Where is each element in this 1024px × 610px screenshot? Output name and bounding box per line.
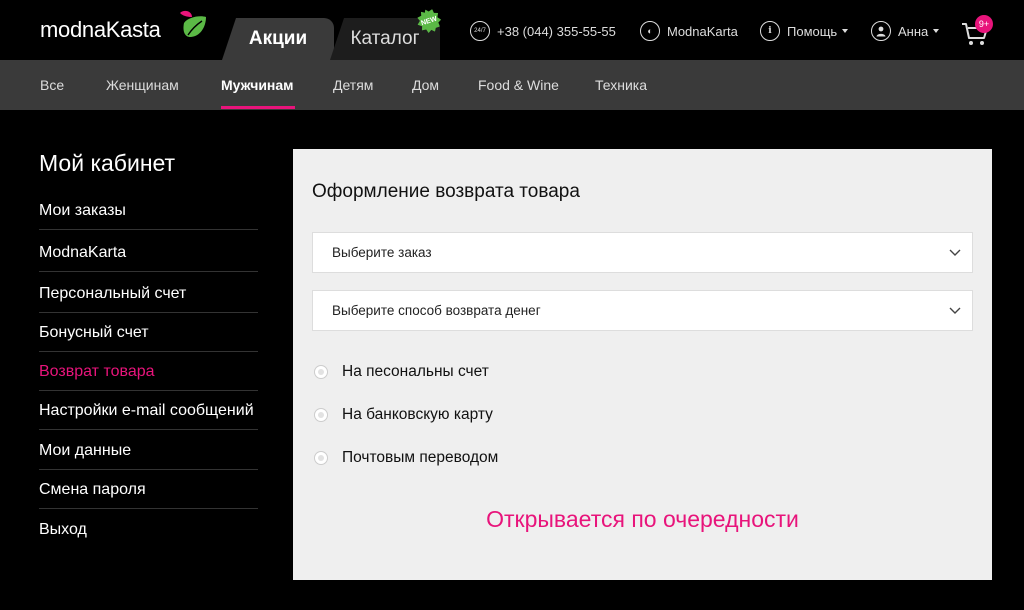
phone-24-icon: 24/7 (470, 21, 490, 41)
chevron-down-icon (949, 249, 961, 256)
help-menu[interactable]: i Помощь (760, 20, 849, 42)
help-label: Помощь (787, 23, 838, 39)
modnakarta-link[interactable]: ◐ ModnaKarta (640, 20, 738, 42)
sidebar-item-logout[interactable]: Выход (39, 511, 258, 548)
sidebar-item-personal-account[interactable]: Персональный счет (39, 276, 258, 313)
refund-option-label: На песональны счет (342, 363, 489, 380)
sidebar-item-modnakarta[interactable]: ModnaKarta (39, 235, 258, 272)
category-nav: Все Женщинам Мужчинам Детям Дом Food & W… (0, 60, 1024, 110)
leaf-logo-icon (180, 10, 206, 37)
category-all[interactable]: Все (40, 60, 64, 110)
modnakarta-icon: ◐ (640, 21, 660, 41)
chevron-down-icon (933, 29, 940, 33)
sidebar-item-orders[interactable]: Мои заказы (39, 193, 258, 230)
radio-button[interactable] (314, 408, 328, 422)
refund-option-label: Почтовым переводом (342, 449, 499, 466)
refund-method-select-value: Выберите способ возврата денег (332, 303, 541, 318)
sidebar-item-bonus-account[interactable]: Бонусный счет (39, 315, 258, 352)
radio-button[interactable] (314, 451, 328, 465)
category-home[interactable]: Дом (412, 60, 439, 110)
order-select[interactable]: Выберите заказ (312, 232, 973, 273)
active-category-underline (221, 106, 295, 109)
phone-link[interactable]: 24/7 +38 (044) 355-55-55 (470, 20, 616, 42)
sidebar-item-my-data[interactable]: Мои данные (39, 433, 258, 470)
top-bar: modnaKasta Акции Каталог NEW 24/7 +38 (0… (0, 0, 1024, 60)
refund-option-bank-card[interactable]: На банковскую карту (314, 404, 493, 426)
category-women[interactable]: Женщинам (106, 60, 179, 110)
queue-notice: Открывается по очередности (486, 506, 799, 532)
category-men[interactable]: Мужчинам (221, 60, 294, 110)
refund-option-label: На банковскую карту (342, 406, 493, 423)
logo-text: modnaKasta (40, 17, 161, 42)
user-name: Анна (898, 23, 929, 39)
refund-option-postal-transfer[interactable]: Почтовым переводом (314, 447, 498, 469)
order-select-value: Выберите заказ (332, 245, 432, 260)
tab-promotions[interactable]: Акции (222, 18, 334, 60)
return-form-panel: Оформление возврата товара Выберите зака… (293, 149, 992, 580)
logo[interactable]: modnaKasta (40, 10, 206, 48)
chevron-down-icon (842, 29, 849, 33)
refund-method-select[interactable]: Выберите способ возврата денег (312, 290, 973, 331)
category-food-wine[interactable]: Food & Wine (478, 60, 559, 110)
category-electronics[interactable]: Техника (595, 60, 647, 110)
sidebar-item-email-settings[interactable]: Настройки e-mail сообщений (39, 393, 258, 430)
sidebar-item-change-password[interactable]: Смена пароля (39, 472, 258, 509)
sidebar-item-returns[interactable]: Возврат товара (39, 354, 258, 391)
radio-button[interactable] (314, 365, 328, 379)
user-menu[interactable]: Анна (871, 20, 940, 42)
cart-count-badge: 9+ (975, 15, 993, 33)
phone-number: +38 (044) 355-55-55 (497, 23, 616, 39)
chevron-down-icon (949, 307, 961, 314)
category-kids[interactable]: Детям (333, 60, 373, 110)
page-title: Оформление возврата товара (312, 181, 580, 202)
modnakarta-label: ModnaKarta (667, 23, 738, 39)
user-icon (871, 21, 891, 41)
refund-option-personal-account[interactable]: На песональны счет (314, 361, 489, 383)
info-icon: i (760, 21, 780, 41)
sidebar-title: Мой кабинет (39, 150, 176, 176)
